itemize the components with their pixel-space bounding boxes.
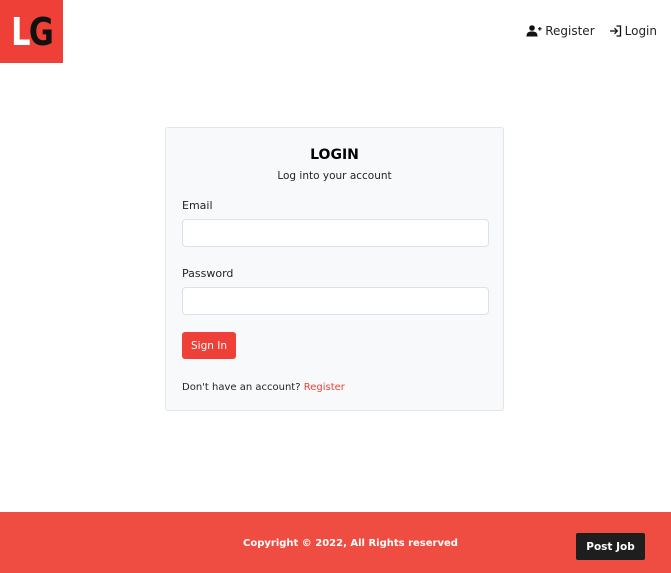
post-job-button[interactable]: Post Job — [576, 533, 645, 560]
nav-login-link[interactable]: Login — [609, 24, 657, 38]
login-card: LOGIN Log into your account Email Passwo… — [165, 127, 504, 411]
register-prompt-text: Don't have an account? — [182, 382, 301, 393]
nav-register-link[interactable]: Register — [526, 24, 595, 38]
email-field[interactable] — [182, 219, 489, 247]
site-footer: Copyright © 2022, All Rights reserved Po… — [0, 512, 671, 573]
sign-in-button[interactable]: Sign In — [182, 332, 236, 359]
user-plus-icon — [526, 25, 542, 37]
logo-text: LG — [10, 9, 54, 54]
password-field[interactable] — [182, 287, 489, 315]
register-link[interactable]: Register — [304, 382, 345, 393]
login-title: LOGIN — [310, 147, 359, 163]
nav-login-label: Login — [624, 24, 657, 38]
login-subtitle: Log into your account — [277, 170, 392, 182]
email-label: Email — [182, 199, 213, 212]
sign-in-icon — [609, 25, 622, 37]
register-prompt: Don't have an account? Register — [182, 382, 345, 393]
site-header: LG Register Login — [0, 0, 671, 64]
top-nav: Register Login — [526, 24, 657, 38]
copyright-text: Copyright © 2022, All Rights reserved — [243, 538, 458, 549]
password-label: Password — [182, 267, 234, 280]
logo[interactable]: LG — [0, 0, 63, 63]
nav-register-label: Register — [545, 24, 595, 38]
